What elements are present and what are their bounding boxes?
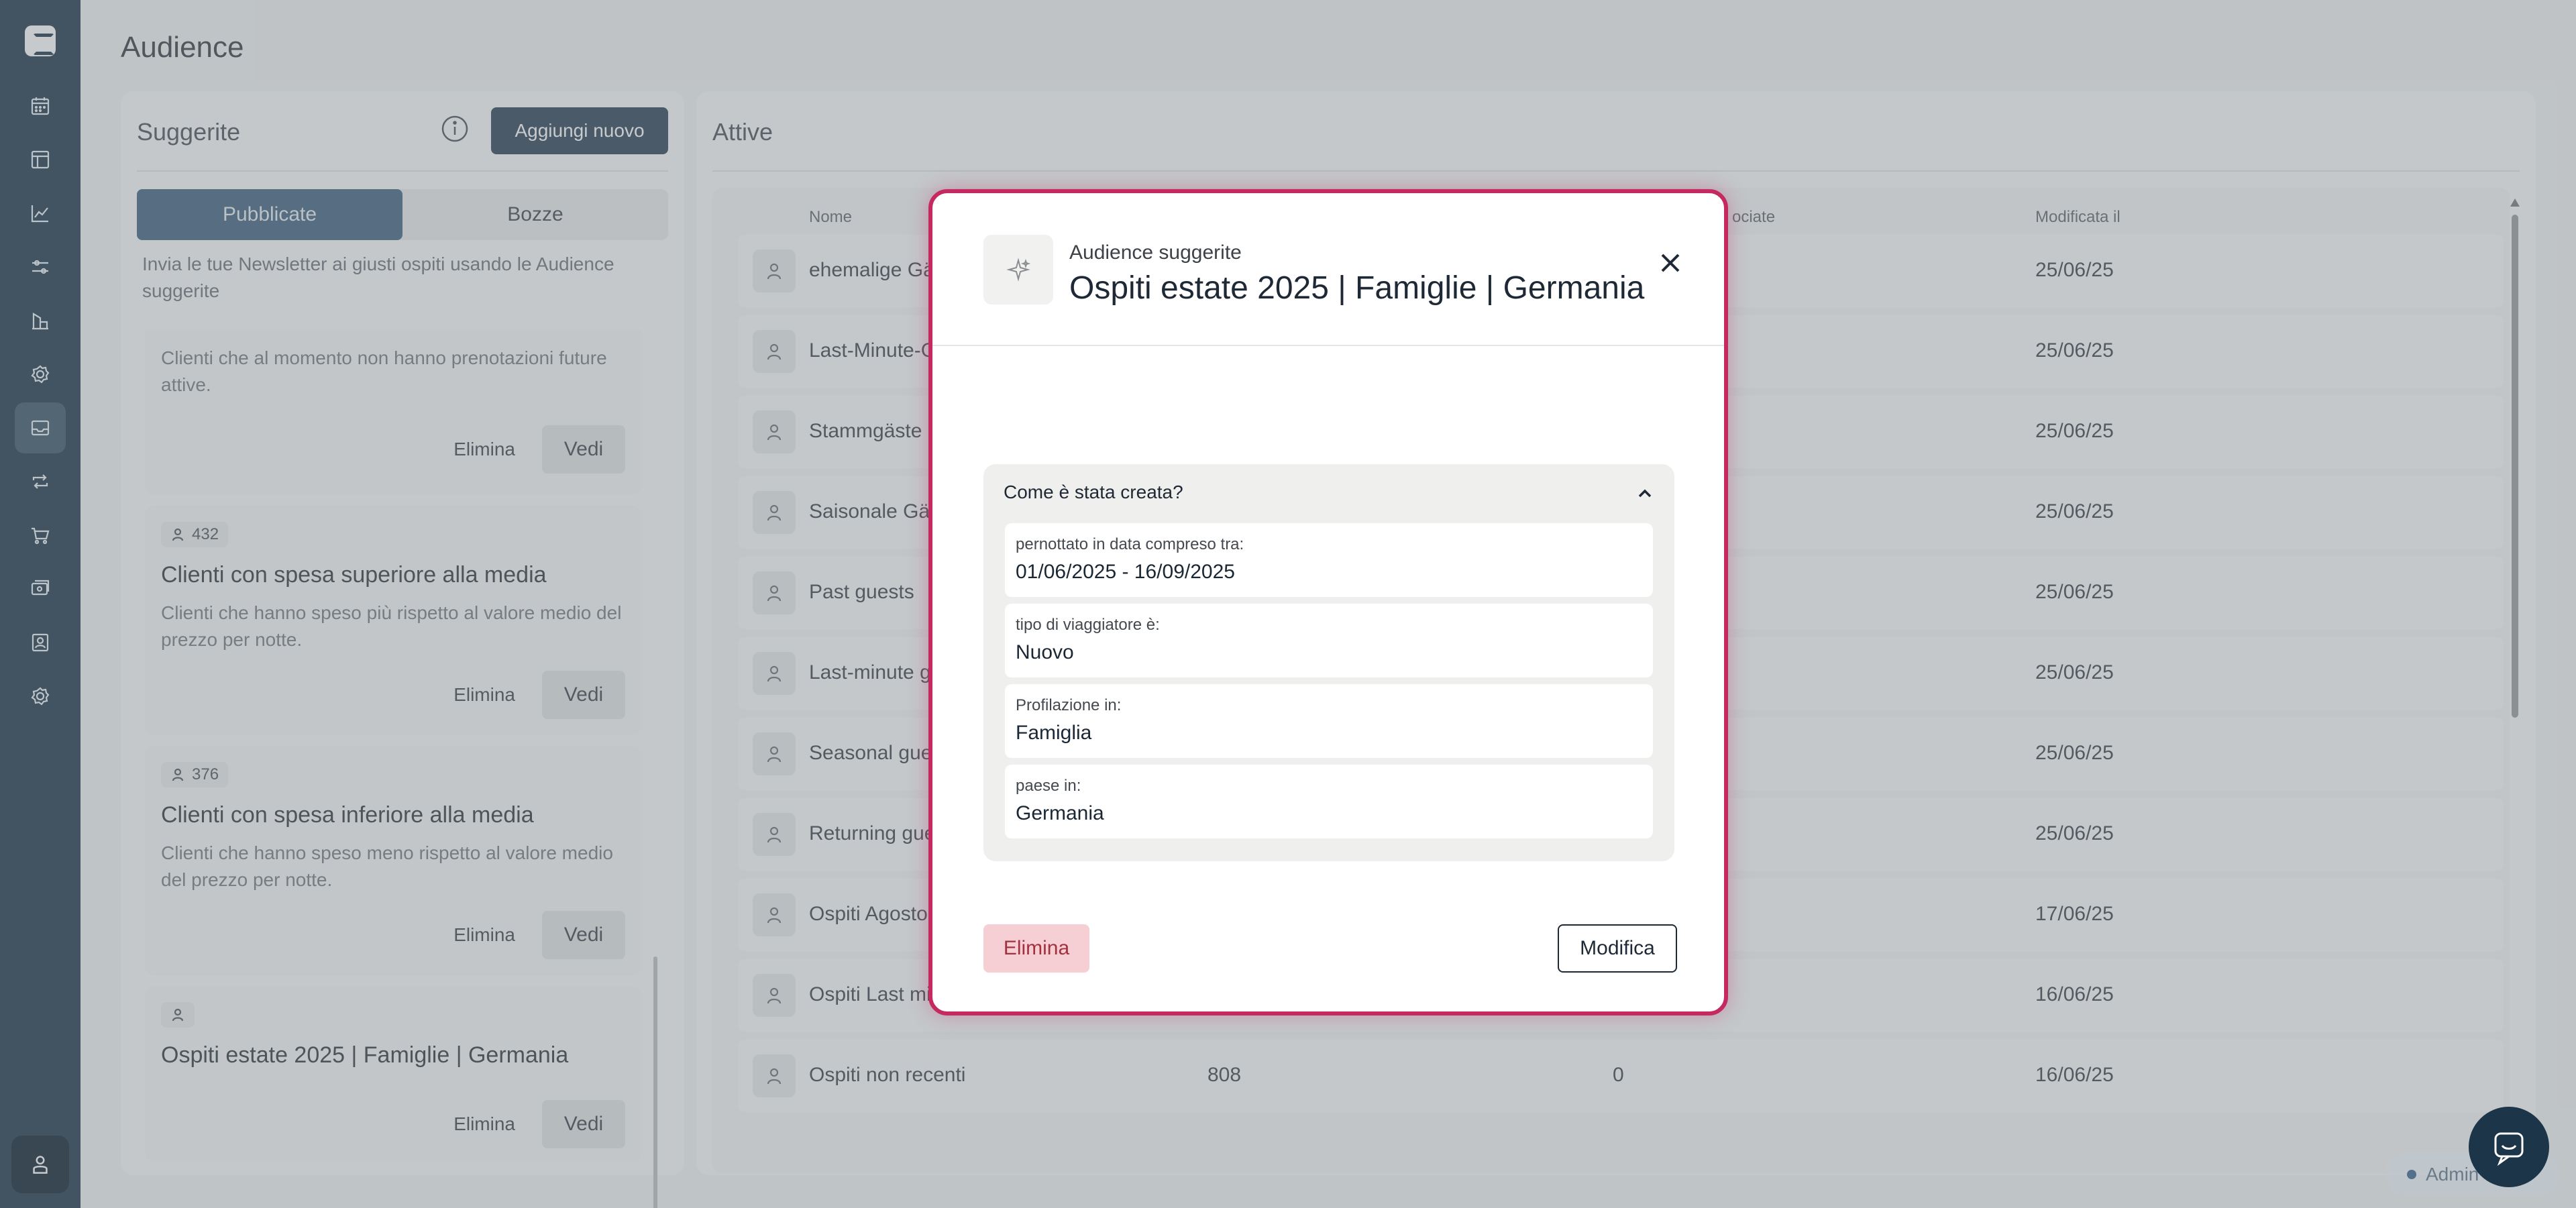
delete-audience-button[interactable]: Elimina: [983, 924, 1089, 973]
close-icon[interactable]: [1657, 250, 1684, 276]
criterion-item: tipo di viaggiatore è: Nuovo: [1005, 604, 1653, 677]
criterion-item: paese in: Germania: [1005, 765, 1653, 838]
criterion-label: paese in:: [1016, 777, 1081, 795]
creation-accordion: Come è stata creata? pernottato in data …: [983, 464, 1674, 861]
criterion-label: pernottato in data compreso tra:: [1016, 535, 1244, 553]
criterion-label: Profilazione in:: [1016, 696, 1122, 714]
divider: [932, 345, 1724, 346]
criterion-item: Profilazione in: Famiglia: [1005, 684, 1653, 758]
criterion-label: tipo di viaggiatore è:: [1016, 616, 1160, 634]
criterion-item: pernottato in data compreso tra: 01/06/2…: [1005, 523, 1653, 597]
modal-subtitle: Audience suggerite: [1069, 241, 1242, 264]
modal-title: Ospiti estate 2025 | Famiglie | Germania: [1069, 270, 1645, 306]
chat-icon[interactable]: [2469, 1107, 2549, 1187]
chevron-up-icon[interactable]: [1635, 484, 1654, 503]
admin-label: Admin: [2426, 1164, 2479, 1185]
audience-modal: Audience suggerite Ospiti estate 2025 | …: [928, 189, 1728, 1015]
status-dot: [2407, 1170, 2416, 1179]
criterion-value: 01/06/2025 - 16/09/2025: [1016, 561, 1235, 583]
criterion-value: Germania: [1016, 802, 1104, 824]
criterion-value: Nuovo: [1016, 641, 1074, 663]
criterion-value: Famiglia: [1016, 722, 1092, 744]
edit-audience-button[interactable]: Modifica: [1558, 924, 1677, 973]
sparkle-icon: [983, 235, 1053, 305]
accordion-title[interactable]: Come è stata creata?: [1004, 482, 1183, 503]
